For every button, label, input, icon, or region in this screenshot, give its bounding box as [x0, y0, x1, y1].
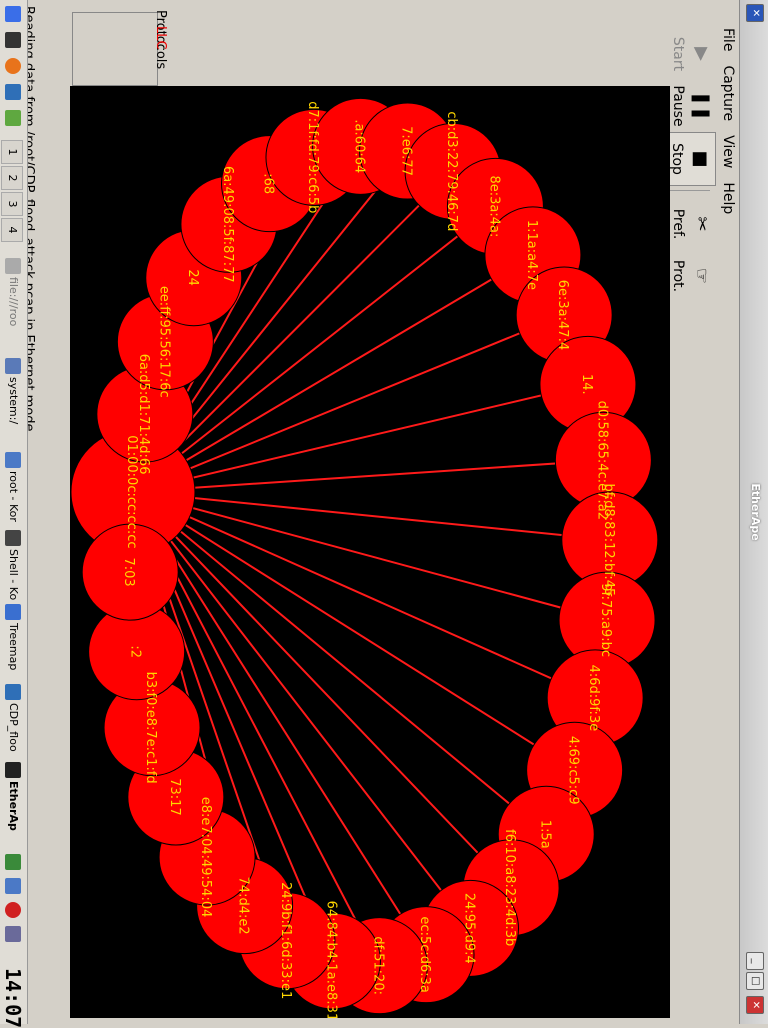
- task-system[interactable]: system:/: [3, 358, 23, 448]
- desktop-2[interactable]: 2: [1, 166, 23, 190]
- protocols-frame: [72, 12, 158, 86]
- konqueror-icon: [5, 452, 21, 468]
- desktop-1[interactable]: 1: [1, 140, 23, 164]
- hand-icon: ☞: [691, 267, 712, 285]
- menu-help[interactable]: Help: [720, 182, 736, 214]
- node-label: ec:5c:d6:3a: [417, 916, 432, 992]
- node-label: 7:e6:77: [399, 126, 414, 176]
- node-label: 64:84:b4:1a:e8:31: [323, 901, 338, 1018]
- node-label: f6:10:a8:23:4d:3b: [502, 829, 517, 946]
- desktop-4[interactable]: 4: [1, 218, 23, 242]
- protocol-item-llc[interactable]: LLC: [153, 26, 168, 50]
- node-label: 4:6d:9f:3e: [586, 665, 601, 732]
- node-label: bf:d8:83:12:bf:45: [601, 484, 616, 597]
- node-label: 1:1a:a4:7e: [524, 220, 539, 290]
- menu-file[interactable]: File: [720, 28, 736, 51]
- node-label: 6a:49:08:5f:87:77: [220, 166, 235, 283]
- pause-label: Pause: [670, 85, 686, 127]
- protocols-legend: Protocols LLC: [58, 4, 168, 90]
- tray-device-icon[interactable]: [5, 926, 21, 942]
- tools-icon: ✂: [691, 216, 712, 232]
- task-root-konqueror[interactable]: root - Kor: [3, 452, 23, 532]
- node-label: 24: [185, 269, 200, 286]
- firefox-icon[interactable]: [5, 58, 21, 74]
- task-label: Shell - Ko: [7, 549, 20, 601]
- close-x-icon: [5, 258, 21, 274]
- play-icon: ▶: [691, 47, 712, 61]
- node-label: cb:d3:22:79:46:7d: [444, 111, 459, 231]
- network-graph-canvas[interactable]: 01:00:0c:cc:cc:cc 6a:d5:d1:71:4d:66 ee:ff:…: [70, 86, 670, 1018]
- close-icon[interactable]: ✕: [746, 996, 764, 1014]
- node-label: 6a:d5:d1:71:4d:66: [136, 354, 151, 475]
- prot-label: Prot.: [670, 259, 686, 293]
- kde-menu-icon[interactable]: [5, 6, 21, 22]
- node-label: 1:5a: [537, 820, 552, 849]
- taskbar: 1 2 3 4 file:///roo system:/ root - Kor …: [0, 0, 28, 1028]
- start-button[interactable]: ▶ Start: [656, 28, 716, 80]
- shell-icon: [5, 530, 21, 546]
- node-label: 7:03: [121, 557, 136, 586]
- node-label: ee:ff:95:56:17:6c: [156, 286, 171, 398]
- stop-label: Stop: [669, 143, 685, 175]
- task-label: root - Kor: [7, 471, 20, 522]
- folder-icon: [5, 358, 21, 374]
- node-label: :2: [128, 645, 143, 658]
- task-shell[interactable]: Shell - Ko: [3, 530, 23, 610]
- task-treemap[interactable]: Treemap: [3, 604, 23, 684]
- pcap-file-icon: [5, 684, 21, 700]
- task-label: EtherAp: [7, 781, 20, 831]
- node-label: 14.: [579, 374, 594, 395]
- maximize-icon[interactable]: □: [746, 972, 764, 990]
- pause-icon: ❚❚: [691, 90, 712, 122]
- node-label: 6e:3a:47:4: [555, 280, 570, 350]
- node-label: 4:69:c5:c9: [566, 736, 581, 805]
- window-title: EtherApe: [749, 483, 762, 541]
- task-label: CDP_floo: [7, 703, 20, 752]
- node-label: 24:95:d9:4: [461, 893, 476, 964]
- menu-view[interactable]: View: [720, 135, 736, 168]
- terminal-icon[interactable]: [5, 32, 21, 48]
- link-line: [132, 490, 610, 541]
- task-label: system:/: [7, 377, 20, 425]
- title-bar: ✕ EtherApe _ □ ✕: [739, 0, 768, 1024]
- network-icon[interactable]: [5, 84, 21, 100]
- menu-bar: File Capture View Help: [716, 28, 740, 1024]
- node-label: 73:17: [167, 778, 182, 815]
- task-file-browser[interactable]: file:///roo: [3, 258, 23, 354]
- stop-icon: ■: [690, 150, 711, 168]
- node-label: 9f:75:a9:bc: [598, 583, 613, 657]
- node-label: d7:1f:fd:79:c6:5b: [305, 101, 320, 213]
- chart-app-icon[interactable]: [5, 110, 21, 126]
- tray-chart-icon[interactable]: [5, 854, 21, 870]
- menu-capture[interactable]: Capture: [720, 65, 736, 121]
- node-label: 74:d4:e2: [236, 877, 251, 935]
- pref-label: Pref.: [670, 208, 686, 240]
- node-label: 8e:3a:4a:: [486, 175, 501, 237]
- node-label: 24:9b:f1:6d:33:e1: [278, 882, 293, 999]
- rotated-screen: ✕ EtherApe _ □ ✕ File Capture View Help …: [0, 0, 768, 1028]
- node-label: e8:e7:04:49:54:04: [198, 797, 213, 918]
- task-cdp-flood[interactable]: CDP_floo: [3, 684, 23, 764]
- node-label: b3:f0:e8:7e:c1:fd: [143, 672, 158, 784]
- desktop-3[interactable]: 3: [1, 192, 23, 216]
- node-label: :68: [261, 173, 276, 194]
- node-label: df:51:20:: [370, 936, 385, 995]
- start-label: Start: [670, 36, 686, 72]
- task-etherape[interactable]: EtherAp: [3, 762, 23, 842]
- toolbar-separator: [664, 190, 710, 191]
- clock: 14:07: [1, 968, 25, 1028]
- tray-network-icon[interactable]: [5, 902, 21, 918]
- network-graph: 01:00:0c:cc:cc:cc6a:d5:d1:71:4d:66ee:ff:…: [70, 97, 659, 1018]
- tray-display-icon[interactable]: [5, 878, 21, 894]
- etherape-icon: [5, 762, 21, 778]
- node-label: .a:60:64: [352, 119, 367, 173]
- minimize-icon[interactable]: _: [746, 952, 764, 970]
- link-line: [132, 490, 608, 622]
- treemap-icon: [5, 604, 21, 620]
- task-label: Treemap: [7, 623, 20, 671]
- task-label: file:///roo: [7, 277, 20, 327]
- link-line: [132, 490, 596, 699]
